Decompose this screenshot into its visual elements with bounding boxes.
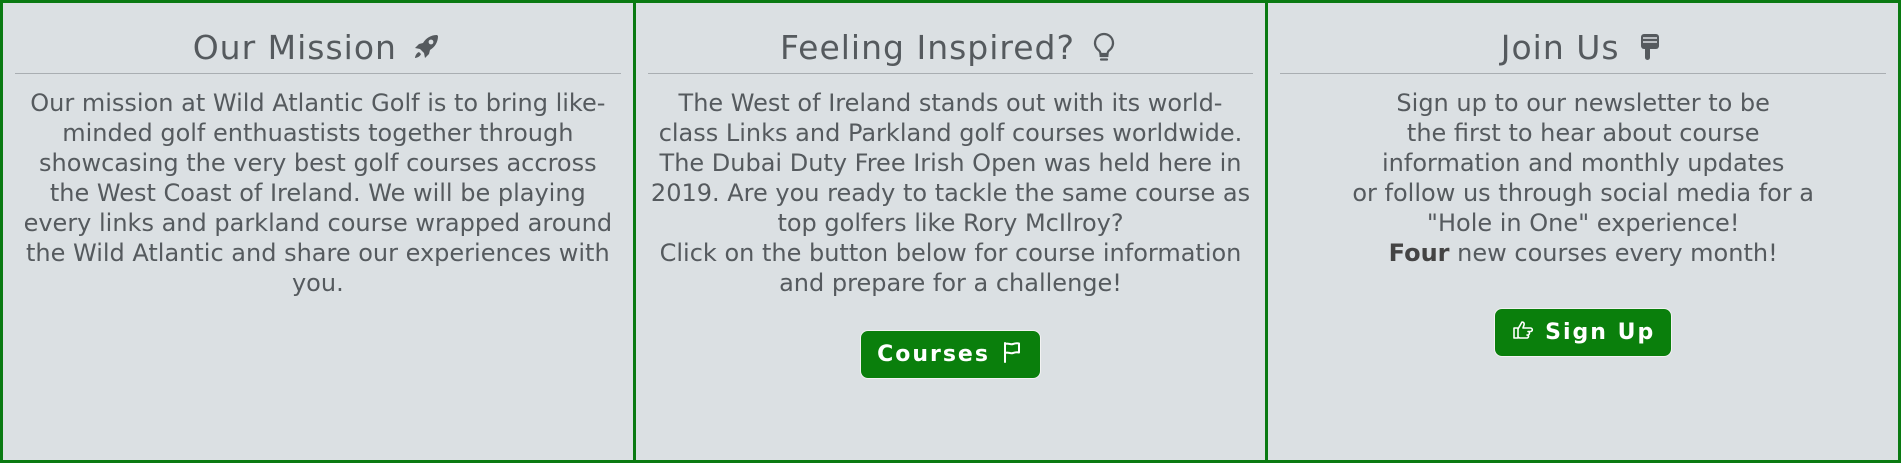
hand-point-down-icon [1632, 30, 1666, 64]
join-title-text: Join Us [1500, 27, 1620, 67]
text-line: showcasing the very best golf courses ac… [39, 149, 597, 177]
mission-title-text: Our Mission [192, 27, 397, 67]
inspired-card: Feeling Inspired? The West of Ireland st… [635, 0, 1269, 463]
inspired-title-text: Feeling Inspired? [779, 27, 1076, 67]
inspired-divider [647, 73, 1254, 74]
text-line: Click on the button below for course inf… [659, 239, 1242, 267]
rocket-icon [409, 30, 443, 64]
text-line: The West of Ireland stands out with its … [678, 89, 1223, 117]
text-line: class Links and Parkland golf courses wo… [658, 119, 1243, 147]
courses-button-label: Courses [877, 342, 990, 367]
signup-button-label: Sign Up [1545, 320, 1656, 345]
mission-card: Our Mission Our mission at Wild Atlantic… [0, 0, 636, 463]
join-title: Join Us [1277, 3, 1889, 73]
text-line: minded golf enthuastists together throug… [62, 119, 574, 147]
text-line: Our mission at Wild Atlantic Golf is to … [30, 89, 606, 117]
join-divider [1280, 73, 1887, 74]
text-line: Sign up to our newsletter to be [1396, 89, 1770, 117]
join-card: Join Us Sign up to our newsletter to be … [1268, 0, 1901, 463]
signup-button-wrap: Sign Up [1277, 308, 1889, 357]
text-line: The Dubai Duty Free Irish Open was held … [659, 149, 1242, 177]
text-line: every links and parkland course wrapped … [23, 209, 613, 237]
join-text: Sign up to our newsletter to be the firs… [1277, 88, 1889, 268]
emphasis-four: Four [1388, 239, 1450, 267]
text-line-rest: new courses every month! [1449, 239, 1778, 267]
info-cards-row: Our Mission Our mission at Wild Atlantic… [0, 0, 1901, 463]
text-line: 2019. Are you ready to tackle the same c… [650, 179, 1251, 207]
text-line: "Hole in One" experience! [1426, 209, 1740, 237]
mission-text: Our mission at Wild Atlantic Golf is to … [12, 88, 624, 298]
hand-point-right-icon [1511, 318, 1535, 348]
text-line: you. [291, 269, 344, 297]
lightbulb-icon [1087, 30, 1121, 64]
text-line: information and monthly updates [1381, 149, 1785, 177]
text-line: or follow us through social media for a [1352, 179, 1814, 207]
inspired-title: Feeling Inspired? [645, 3, 1257, 73]
text-line: the first to hear about course [1406, 119, 1760, 147]
courses-button-wrap: Courses [645, 330, 1257, 379]
text-line-last: Four new courses every month! [1277, 238, 1889, 268]
courses-button[interactable]: Courses [860, 330, 1041, 379]
inspired-text: The West of Ireland stands out with its … [645, 88, 1257, 298]
text-line: the West Coast of Ireland. We will be pl… [49, 179, 586, 207]
text-line: top golfers like Rory McIlroy? [777, 209, 1124, 237]
signup-button[interactable]: Sign Up [1494, 308, 1673, 357]
mission-divider [15, 73, 621, 74]
text-line: and prepare for a challenge! [779, 269, 1122, 297]
mission-title: Our Mission [12, 3, 624, 73]
flag-icon [1000, 340, 1024, 370]
text-line: the Wild Atlantic and share our experien… [25, 239, 610, 267]
